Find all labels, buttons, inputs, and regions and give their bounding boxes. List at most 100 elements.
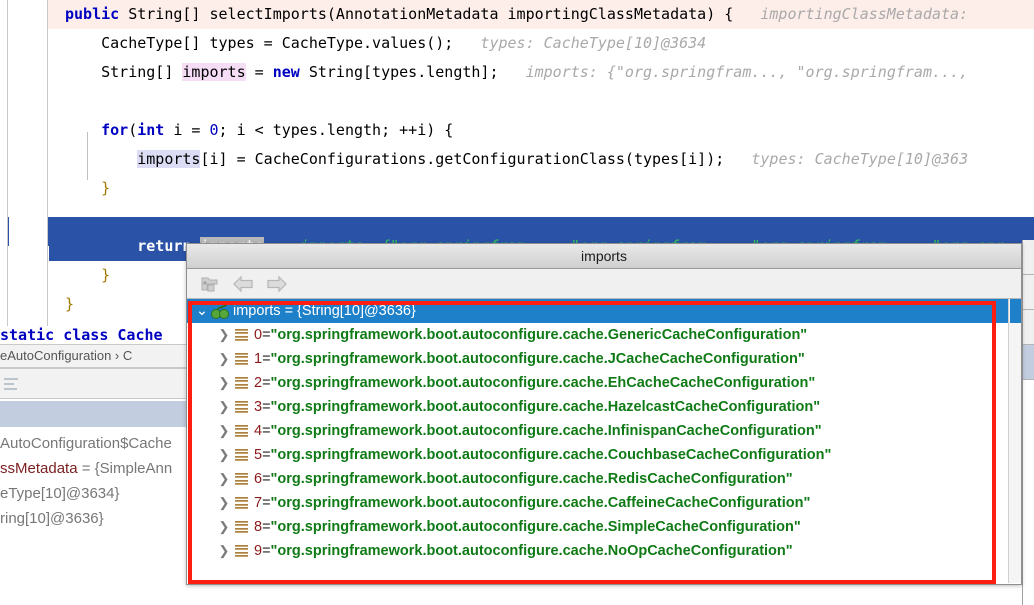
chevron-right-icon[interactable]: ❯ bbox=[215, 375, 233, 391]
array-element-value: "org.springframework.boot.autoconfigure.… bbox=[270, 399, 821, 415]
array-element-row[interactable]: ❯ 8 = "org.springframework.boot.autoconfi… bbox=[187, 515, 1021, 539]
array-element-row[interactable]: ❯ 6 = "org.springframework.boot.autoconfi… bbox=[187, 467, 1021, 491]
array-element-list[interactable]: ❯ 0 = "org.springframework.boot.autoconfi… bbox=[187, 323, 1021, 563]
array-element-value: "org.springframework.boot.autoconfigure.… bbox=[270, 519, 801, 535]
chevron-down-icon[interactable]: ⌄ bbox=[193, 303, 211, 319]
code-token: 0 bbox=[209, 121, 219, 139]
debugger-variable-value: = {SimpleAnn bbox=[77, 460, 173, 477]
array-element-value: "org.springframework.boot.autoconfigure.… bbox=[270, 375, 816, 391]
array-element-icon bbox=[235, 328, 248, 342]
array-element-icon bbox=[235, 400, 248, 414]
line-blank-2[interactable] bbox=[49, 203, 1034, 232]
array-element-index: 2 bbox=[254, 375, 263, 391]
popup-vertical-scrollbar[interactable] bbox=[1008, 299, 1021, 583]
debugger-variable-row[interactable]: ssMetadata = {SimpleAnn bbox=[0, 456, 186, 481]
line-blank-1[interactable] bbox=[49, 87, 1034, 116]
breadcrumb-text: eAutoConfiguration › C bbox=[0, 348, 133, 363]
arrow-left-icon[interactable] bbox=[229, 272, 257, 296]
debugger-variable-list[interactable]: AutoConfiguration$Cache ssMetadata = {Sim… bbox=[0, 431, 186, 531]
inspect-value-popup[interactable]: imports ⌄ imports = {String[10]@3636} ❯ … bbox=[186, 243, 1022, 585]
array-element-row[interactable]: ❯ 4 = "org.springframework.boot.autoconfi… bbox=[187, 419, 1021, 443]
array-element-icon bbox=[235, 448, 248, 462]
debugger-variables-panel[interactable]: AutoConfiguration$Cache ssMetadata = {Sim… bbox=[0, 368, 186, 605]
array-element-icon bbox=[235, 472, 248, 486]
array-element-equals: = bbox=[262, 423, 271, 439]
array-element-equals: = bbox=[262, 543, 271, 559]
code-token: types: CacheType[10]@3634 bbox=[471, 34, 707, 52]
array-element-index: 8 bbox=[254, 519, 263, 535]
line-stringimports[interactable]: String[] imports = new String[types.leng… bbox=[49, 58, 1034, 87]
array-element-icon bbox=[235, 496, 248, 510]
array-element-row[interactable]: ❯ 2 = "org.springframework.boot.autoconfi… bbox=[187, 371, 1021, 395]
array-element-row[interactable]: ❯ 3 = "org.springframework.boot.autoconfi… bbox=[187, 395, 1021, 419]
array-element-icon bbox=[235, 520, 248, 534]
chevron-right-icon[interactable]: ❯ bbox=[215, 327, 233, 343]
editor-marker-gutter[interactable] bbox=[0, 0, 8, 340]
line-close-for[interactable]: } bbox=[49, 174, 1034, 203]
code-token: ( bbox=[128, 121, 138, 139]
array-element-equals: = bbox=[262, 471, 271, 487]
code-token: = bbox=[245, 63, 273, 81]
array-element-row[interactable]: ❯ 9 = "org.springframework.boot.autoconfi… bbox=[187, 539, 1021, 563]
line-signature[interactable]: public String[] selectImports(Annotation… bbox=[49, 0, 1034, 29]
breadcrumb[interactable]: eAutoConfiguration › C bbox=[0, 344, 186, 368]
code-token: imports bbox=[137, 150, 201, 168]
line-assign[interactable]: imports[i] = CacheConfigurations.getConf… bbox=[49, 145, 1034, 174]
array-element-row[interactable]: ❯ 1 = "org.springframework.boot.autoconfi… bbox=[187, 347, 1021, 371]
arrow-right-icon[interactable] bbox=[263, 272, 291, 296]
debugger-panel-toolbar[interactable] bbox=[0, 369, 186, 399]
popup-toolbar[interactable] bbox=[187, 269, 1021, 299]
line-cachetype[interactable]: CacheType[] types = CacheType.values(); … bbox=[49, 29, 1034, 58]
code-token: [i] = CacheConfigurations.getConfigurati… bbox=[200, 150, 743, 168]
debugger-variable-value: eType[10]@3634} bbox=[0, 485, 120, 502]
code-token: i = bbox=[164, 121, 210, 139]
chevron-right-icon[interactable]: ❯ bbox=[215, 495, 233, 511]
array-element-equals: = bbox=[262, 519, 271, 535]
array-element-index: 3 bbox=[254, 399, 263, 415]
code-token: importingClassMetadata: bbox=[742, 5, 969, 23]
chevron-right-icon[interactable]: ❯ bbox=[215, 399, 233, 415]
line-for[interactable]: for(int i = 0; i < types.length; ++i) { bbox=[49, 116, 1034, 145]
background-right-row-selected[interactable] bbox=[1023, 345, 1034, 380]
array-element-index: 6 bbox=[254, 471, 263, 487]
array-element-row[interactable]: ❯ 0 = "org.springframework.boot.autoconfi… bbox=[187, 323, 1021, 347]
chevron-right-icon[interactable]: ❯ bbox=[215, 423, 233, 439]
array-element-value: "org.springframework.boot.autoconfigure.… bbox=[270, 447, 832, 463]
array-element-row[interactable]: ❯ 5 = "org.springframework.boot.autoconfi… bbox=[187, 443, 1021, 467]
array-element-index: 4 bbox=[254, 423, 263, 439]
array-element-row[interactable]: ❯ 7 = "org.springframework.boot.autoconfi… bbox=[187, 491, 1021, 515]
array-element-equals: = bbox=[262, 327, 271, 343]
debugger-variable-row[interactable]: ring[10]@3636} bbox=[0, 506, 186, 531]
code-token: } bbox=[101, 266, 111, 284]
code-token: } bbox=[101, 179, 111, 197]
popup-tree-body[interactable]: ⌄ imports = {String[10]@3636} ❯ 0 = "org.… bbox=[187, 299, 1021, 583]
code-token: for bbox=[101, 121, 129, 139]
background-right-row[interactable] bbox=[1023, 310, 1034, 345]
chevron-right-icon[interactable]: ❯ bbox=[215, 519, 233, 535]
array-element-value: "org.springframework.boot.autoconfigure.… bbox=[270, 471, 793, 487]
array-element-icon bbox=[235, 544, 248, 558]
array-element-index: 7 bbox=[254, 495, 263, 511]
debugger-selected-row[interactable] bbox=[0, 401, 186, 427]
chevron-right-icon[interactable]: ❯ bbox=[215, 351, 233, 367]
chevron-right-icon[interactable]: ❯ bbox=[215, 543, 233, 559]
chevron-right-icon[interactable]: ❯ bbox=[215, 471, 233, 487]
tree-root-row[interactable]: ⌄ imports = {String[10]@3636} bbox=[187, 299, 1021, 323]
editor-line-number-gutter[interactable] bbox=[9, 0, 48, 340]
code-token: String[] bbox=[65, 63, 183, 81]
debugger-variable-row[interactable]: eType[10]@3634} bbox=[0, 481, 186, 506]
set-value-icon[interactable] bbox=[195, 272, 223, 296]
popup-title-bar: imports bbox=[187, 244, 1021, 269]
code-token: int bbox=[137, 121, 165, 139]
chevron-right-icon[interactable]: ❯ bbox=[215, 447, 233, 463]
background-right-row[interactable] bbox=[1023, 275, 1034, 310]
array-element-value: "org.springframework.boot.autoconfigure.… bbox=[270, 327, 808, 343]
array-element-index: 0 bbox=[254, 327, 263, 343]
background-right-panel[interactable] bbox=[1022, 240, 1034, 605]
scrollbar-thumb[interactable] bbox=[1010, 299, 1021, 323]
debugger-variable-row[interactable]: AutoConfiguration$Cache bbox=[0, 431, 186, 456]
background-right-row[interactable] bbox=[1023, 240, 1034, 275]
array-element-equals: = bbox=[262, 447, 271, 463]
